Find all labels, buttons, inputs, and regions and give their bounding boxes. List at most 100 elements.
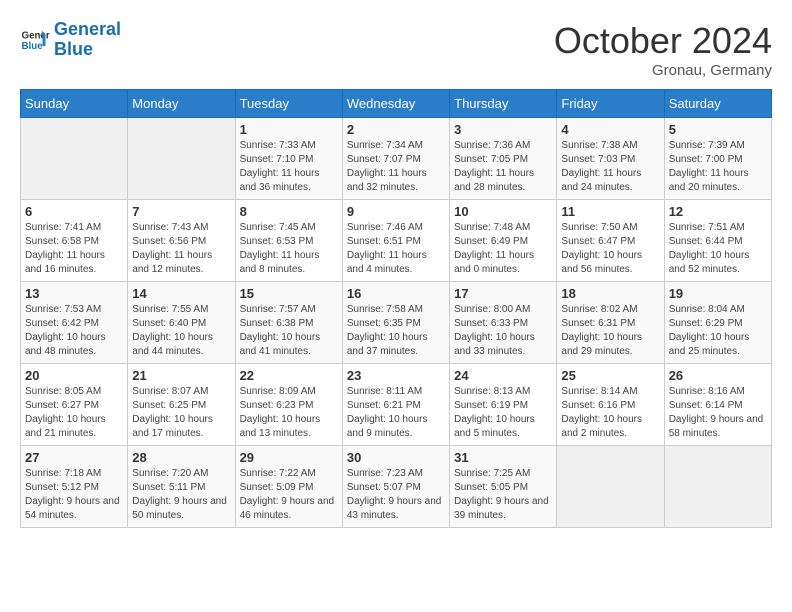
- calendar-cell: 15 Sunrise: 7:57 AMSunset: 6:38 PMDayligh…: [235, 282, 342, 364]
- day-number: 25: [561, 368, 659, 383]
- calendar-cell: 14Sunrise: 7:55 AMSunset: 6:40 PMDayligh…: [128, 282, 235, 364]
- day-number: 28: [132, 450, 230, 465]
- day-number: 6: [25, 204, 123, 219]
- day-info: Sunrise: 7:20 AMSunset: 5:11 PMDaylight:…: [132, 467, 230, 523]
- calendar-week-row: 6 Sunrise: 7:41 AMSunset: 6:58 PMDaylight…: [21, 200, 772, 282]
- calendar-cell: 21 Sunrise: 8:07 AMSunset: 6:25 PMDayligh…: [128, 364, 235, 446]
- calendar-cell: 17 Sunrise: 8:00 AMSunset: 6:33 PMDayligh…: [450, 282, 557, 364]
- calendar-week-row: 20 Sunrise: 8:05 AMSunset: 6:27 PMDayligh…: [21, 364, 772, 446]
- calendar-cell: 1 Sunrise: 7:33 AMSunset: 7:10 PMDaylight…: [235, 118, 342, 200]
- day-info: Sunrise: 7:23 AMSunset: 5:07 PMDaylight:…: [347, 467, 445, 523]
- day-info: Sunrise: 7:22 AMSunset: 5:09 PMDaylight:…: [240, 467, 338, 523]
- day-info: Sunrise: 7:57 AMSunset: 6:38 PMDaylight:…: [240, 303, 338, 359]
- weekday-header: Thursday: [450, 90, 557, 118]
- day-number: 22: [240, 368, 338, 383]
- calendar-cell: 16Sunrise: 7:58 AMSunset: 6:35 PMDayligh…: [342, 282, 449, 364]
- day-number: 24: [454, 368, 552, 383]
- day-info: Sunrise: 7:48 AMSunset: 6:49 PMDaylight:…: [454, 221, 552, 277]
- day-info: Sunrise: 7:18 AMSunset: 5:12 PMDaylight:…: [25, 467, 123, 523]
- logo: General Blue General Blue: [20, 20, 121, 60]
- day-number: 9: [347, 204, 445, 219]
- calendar-cell: 4 Sunrise: 7:38 AMSunset: 7:03 PMDaylight…: [557, 118, 664, 200]
- day-number: 21: [132, 368, 230, 383]
- day-number: 12: [669, 204, 767, 219]
- day-number: 20: [25, 368, 123, 383]
- weekday-header: Tuesday: [235, 90, 342, 118]
- title-block: October 2024 Gronau, Germany: [554, 20, 772, 79]
- day-number: 31: [454, 450, 552, 465]
- weekday-header: Friday: [557, 90, 664, 118]
- svg-text:Blue: Blue: [22, 41, 44, 52]
- calendar-cell: 26 Sunrise: 8:16 AMSunset: 6:14 PMDayligh…: [664, 364, 771, 446]
- calendar-cell: 11Sunrise: 7:50 AMSunset: 6:47 PMDayligh…: [557, 200, 664, 282]
- day-info: Sunrise: 8:16 AMSunset: 6:14 PMDaylight:…: [669, 385, 767, 441]
- day-number: 4: [561, 122, 659, 137]
- day-number: 27: [25, 450, 123, 465]
- calendar-cell: 12Sunrise: 7:51 AMSunset: 6:44 PMDayligh…: [664, 200, 771, 282]
- day-info: Sunrise: 8:00 AMSunset: 6:33 PMDaylight:…: [454, 303, 552, 359]
- day-info: Sunrise: 8:04 AMSunset: 6:29 PMDaylight:…: [669, 303, 767, 359]
- day-number: 19: [669, 286, 767, 301]
- day-number: 14: [132, 286, 230, 301]
- calendar-cell: 29 Sunrise: 7:22 AMSunset: 5:09 PMDayligh…: [235, 446, 342, 528]
- weekday-header: Wednesday: [342, 90, 449, 118]
- day-info: Sunrise: 8:13 AMSunset: 6:19 PMDaylight:…: [454, 385, 552, 441]
- day-number: 1: [240, 122, 338, 137]
- day-number: 23: [347, 368, 445, 383]
- day-info: Sunrise: 7:25 AMSunset: 5:05 PMDaylight:…: [454, 467, 552, 523]
- calendar-cell: [557, 446, 664, 528]
- logo-icon: General Blue: [20, 25, 50, 55]
- weekday-header: Sunday: [21, 90, 128, 118]
- day-info: Sunrise: 7:50 AMSunset: 6:47 PMDaylight:…: [561, 221, 659, 277]
- calendar-week-row: 1 Sunrise: 7:33 AMSunset: 7:10 PMDaylight…: [21, 118, 772, 200]
- location: Gronau, Germany: [554, 62, 772, 79]
- calendar-cell: 31 Sunrise: 7:25 AMSunset: 5:05 PMDayligh…: [450, 446, 557, 528]
- day-number: 10: [454, 204, 552, 219]
- day-info: Sunrise: 7:36 AMSunset: 7:05 PMDaylight:…: [454, 139, 552, 195]
- day-info: Sunrise: 8:05 AMSunset: 6:27 PMDaylight:…: [25, 385, 123, 441]
- month-title: October 2024: [554, 20, 772, 62]
- calendar-cell: [21, 118, 128, 200]
- day-number: 18: [561, 286, 659, 301]
- day-info: Sunrise: 7:39 AMSunset: 7:00 PMDaylight:…: [669, 139, 767, 195]
- calendar-cell: [664, 446, 771, 528]
- calendar-cell: 30 Sunrise: 7:23 AMSunset: 5:07 PMDayligh…: [342, 446, 449, 528]
- calendar-cell: 9Sunrise: 7:46 AMSunset: 6:51 PMDaylight…: [342, 200, 449, 282]
- calendar-week-row: 27 Sunrise: 7:18 AMSunset: 5:12 PMDayligh…: [21, 446, 772, 528]
- day-number: 8: [240, 204, 338, 219]
- day-info: Sunrise: 8:11 AMSunset: 6:21 PMDaylight:…: [347, 385, 445, 441]
- day-number: 2: [347, 122, 445, 137]
- day-number: 5: [669, 122, 767, 137]
- calendar-cell: 18 Sunrise: 8:02 AMSunset: 6:31 PMDayligh…: [557, 282, 664, 364]
- calendar-week-row: 13Sunrise: 7:53 AMSunset: 6:42 PMDayligh…: [21, 282, 772, 364]
- calendar-cell: 24 Sunrise: 8:13 AMSunset: 6:19 PMDayligh…: [450, 364, 557, 446]
- calendar-cell: 2 Sunrise: 7:34 AMSunset: 7:07 PMDaylight…: [342, 118, 449, 200]
- svg-text:General: General: [22, 30, 51, 41]
- calendar-cell: 27 Sunrise: 7:18 AMSunset: 5:12 PMDayligh…: [21, 446, 128, 528]
- weekday-header-row: SundayMondayTuesdayWednesdayThursdayFrid…: [21, 90, 772, 118]
- day-number: 29: [240, 450, 338, 465]
- day-info: Sunrise: 8:09 AMSunset: 6:23 PMDaylight:…: [240, 385, 338, 441]
- calendar-cell: 19 Sunrise: 8:04 AMSunset: 6:29 PMDayligh…: [664, 282, 771, 364]
- day-info: Sunrise: 7:45 AMSunset: 6:53 PMDaylight:…: [240, 221, 338, 277]
- day-info: Sunrise: 7:43 AMSunset: 6:56 PMDaylight:…: [132, 221, 230, 277]
- day-info: Sunrise: 7:41 AMSunset: 6:58 PMDaylight:…: [25, 221, 123, 277]
- day-info: Sunrise: 8:02 AMSunset: 6:31 PMDaylight:…: [561, 303, 659, 359]
- calendar-cell: 25 Sunrise: 8:14 AMSunset: 6:16 PMDayligh…: [557, 364, 664, 446]
- day-number: 15: [240, 286, 338, 301]
- day-info: Sunrise: 7:38 AMSunset: 7:03 PMDaylight:…: [561, 139, 659, 195]
- day-info: Sunrise: 7:58 AMSunset: 6:35 PMDaylight:…: [347, 303, 445, 359]
- logo-general: General: [54, 19, 121, 39]
- calendar-cell: 6 Sunrise: 7:41 AMSunset: 6:58 PMDaylight…: [21, 200, 128, 282]
- day-number: 30: [347, 450, 445, 465]
- weekday-header: Monday: [128, 90, 235, 118]
- day-info: Sunrise: 7:34 AMSunset: 7:07 PMDaylight:…: [347, 139, 445, 195]
- day-number: 17: [454, 286, 552, 301]
- day-number: 26: [669, 368, 767, 383]
- day-info: Sunrise: 7:33 AMSunset: 7:10 PMDaylight:…: [240, 139, 338, 195]
- calendar-cell: 3Sunrise: 7:36 AMSunset: 7:05 PMDaylight…: [450, 118, 557, 200]
- day-number: 13: [25, 286, 123, 301]
- calendar-cell: 8 Sunrise: 7:45 AMSunset: 6:53 PMDaylight…: [235, 200, 342, 282]
- day-info: Sunrise: 8:07 AMSunset: 6:25 PMDaylight:…: [132, 385, 230, 441]
- day-info: Sunrise: 8:14 AMSunset: 6:16 PMDaylight:…: [561, 385, 659, 441]
